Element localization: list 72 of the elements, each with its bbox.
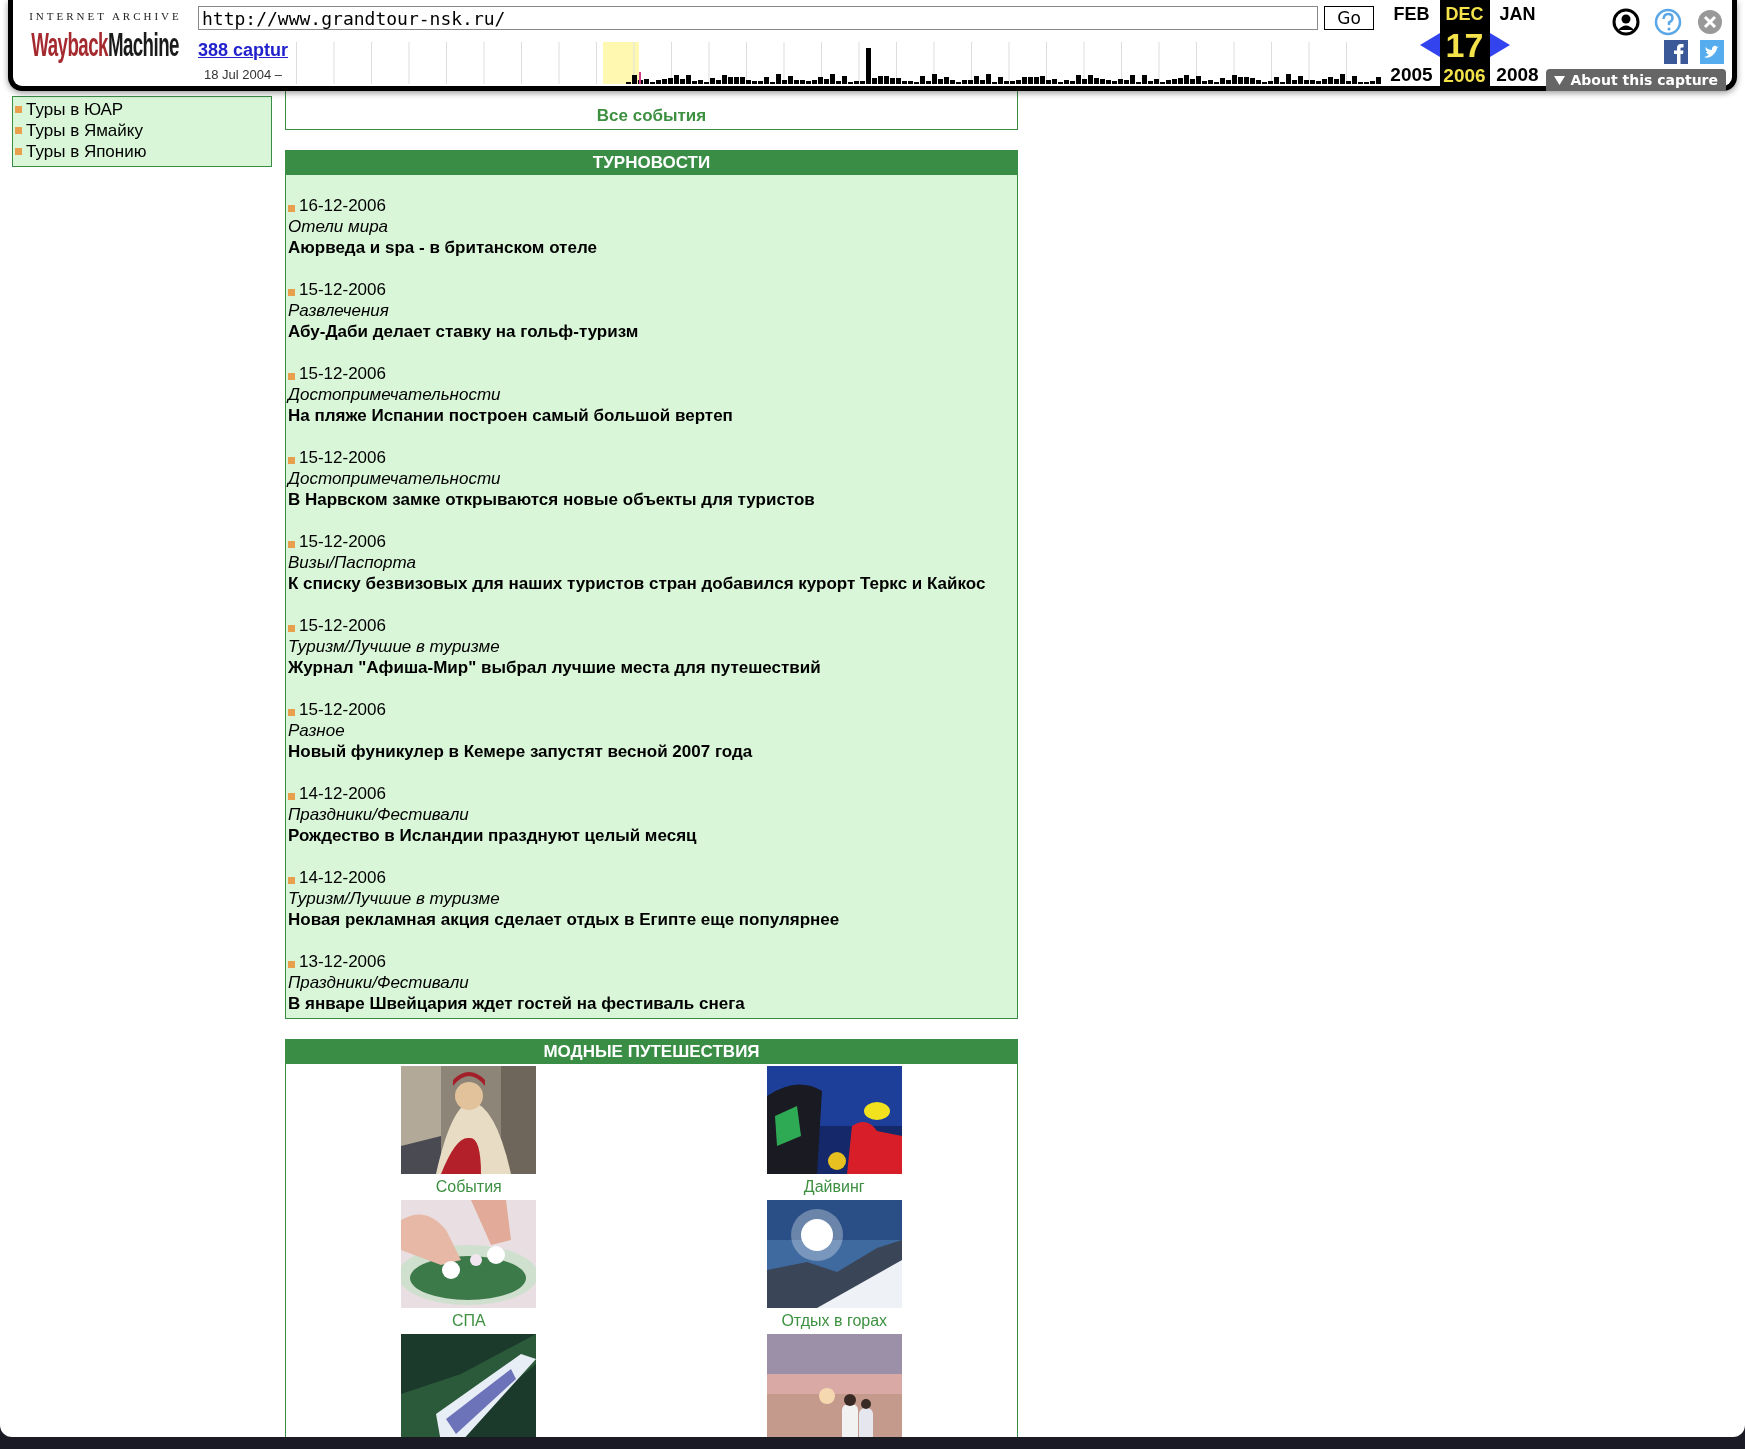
go-button[interactable]: Go — [1324, 6, 1374, 30]
news-category: Разное — [288, 720, 346, 741]
news-headline[interactable]: В январе Швейцария ждет гостей на фестиваль снега — [288, 993, 1015, 1014]
wayback-logo[interactable]: WaybackMachine — [31, 22, 180, 66]
news-date: 14-12-2006 — [299, 867, 386, 888]
user-icon[interactable] — [1612, 8, 1640, 36]
news-date: 15-12-2006 — [299, 531, 386, 552]
news-category: Праздники/Фестивали — [288, 804, 470, 825]
news-headline[interactable]: Журнал "Афиша-Мир" выбрал лучшие места для путешествий — [288, 657, 1015, 678]
news-category: Туризм/Лучшие в туризме — [288, 888, 501, 909]
all-events-link[interactable]: Все события — [596, 106, 707, 126]
news-headline[interactable]: Абу-Даби делает ставку на гольф-туризм — [288, 321, 1015, 342]
news-category: Развлечения — [288, 300, 390, 321]
sidebar-link[interactable]: Туры в ЮАР — [26, 99, 124, 120]
news-headline[interactable]: Рождество в Исландии празднуют целый месяц — [288, 825, 1015, 846]
news-headline[interactable]: В Нарвском замке открываются новые объекты для туристов — [288, 489, 1015, 510]
bullet-icon — [288, 792, 295, 800]
bullet-icon — [15, 127, 22, 134]
news-date: 15-12-2006 — [299, 615, 386, 636]
sidebar-link[interactable]: Туры в Ямайку — [26, 120, 143, 141]
bullet-icon — [288, 876, 295, 884]
news-date: 15-12-2006 — [299, 699, 386, 720]
bullet-icon — [288, 288, 295, 296]
sidebar-link[interactable]: Туры в Японию — [26, 141, 147, 162]
bullet-icon — [288, 372, 295, 380]
picture-caption[interactable]: Дайвинг — [803, 1174, 865, 1200]
news-headline[interactable]: Аюрведа и spa - в британском отеле — [288, 237, 1015, 258]
news-date: 15-12-2006 — [299, 447, 386, 468]
news-date: 15-12-2006 — [299, 363, 386, 384]
bullet-icon — [288, 540, 295, 548]
picture-caption[interactable]: СПА — [451, 1308, 486, 1334]
date-range: 18 Jul 2004 – — [203, 67, 284, 82]
calendar-column[interactable]: JAN 2008 — [1489, 0, 1546, 86]
news-category: Достопримечательности — [288, 468, 502, 489]
section-header: ТУРНОВОСТИ — [285, 150, 1018, 175]
news-category: Визы/Паспорта — [288, 552, 417, 573]
bullet-icon — [288, 204, 295, 212]
bullet-icon — [288, 708, 295, 716]
bullet-icon — [288, 960, 295, 968]
selected-year-highlight — [603, 42, 639, 84]
next-arrow-icon[interactable] — [1489, 32, 1510, 57]
news-headline[interactable]: Новый фуникулер в Кемере запустят весной 2007 года — [288, 741, 1015, 762]
close-icon[interactable] — [1696, 8, 1724, 36]
news-date: 14-12-2006 — [299, 783, 386, 804]
facebook-icon[interactable] — [1664, 40, 1688, 64]
logo-caption: INTERNET ARCHIVE — [29, 10, 182, 22]
capture-bars[interactable] — [626, 48, 1381, 84]
calendar-column[interactable]: FEB 2005 — [1383, 0, 1440, 86]
url-field[interactable]: http://www.grandtour-nsk.ru/ — [198, 6, 1318, 30]
picture-caption[interactable]: Отдых в горах — [781, 1308, 888, 1334]
news-category: Отели мира — [288, 216, 390, 237]
caret-icon — [1553, 75, 1565, 85]
news-date: 13-12-2006 — [299, 951, 386, 972]
captures-link[interactable]: 388 captur — [198, 40, 296, 61]
calendar-column[interactable]: DEC 17 2006 — [1439, 0, 1490, 86]
bullet-icon — [15, 148, 22, 155]
news-date: 15-12-2006 — [299, 279, 386, 300]
news-category: Достопримечательности — [288, 384, 502, 405]
current-capture-marker — [639, 72, 641, 84]
news-headline[interactable]: Новая рекламная акция сделает отдых в Египте еще популярнее — [288, 909, 1015, 930]
section-header: МОДНЫЕ ПУТЕШЕСТВИЯ — [285, 1039, 1018, 1064]
news-headline[interactable]: На пляже Испании построен самый большой вертеп — [288, 405, 1015, 426]
bullet-icon — [15, 106, 22, 113]
bullet-icon — [288, 624, 295, 632]
news-category: Праздники/Фестивали — [288, 972, 470, 993]
bullet-icon — [288, 456, 295, 464]
picture-caption[interactable]: События — [435, 1174, 502, 1200]
news-category: Туризм/Лучшие в туризме — [288, 636, 501, 657]
previous-arrow-icon[interactable] — [1419, 32, 1440, 57]
about-capture-button[interactable]: About this capture — [1545, 69, 1726, 91]
news-headline[interactable]: К списку безвизовых для наших туристов стран добавился курорт Теркс и Кайкос — [288, 573, 1015, 594]
news-date: 16-12-2006 — [299, 195, 386, 216]
